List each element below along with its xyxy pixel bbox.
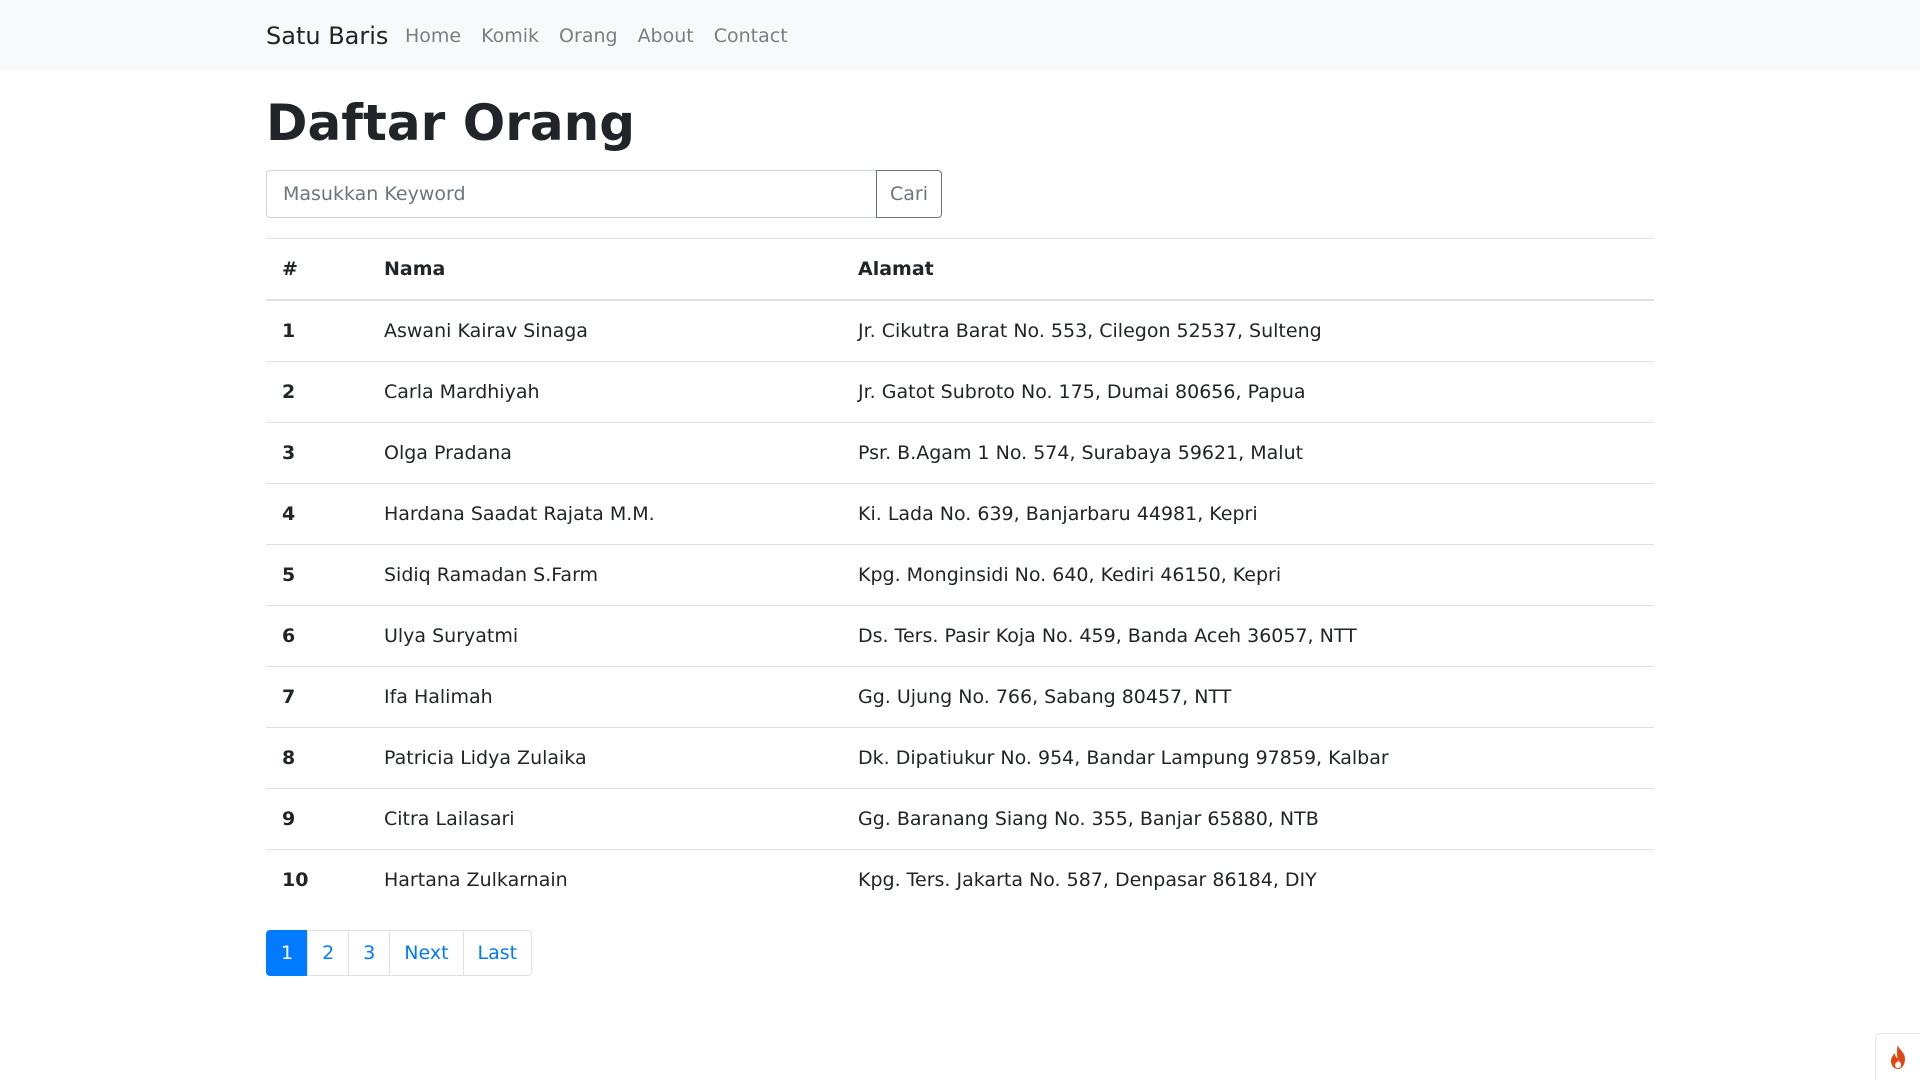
table-row: 8 Patricia Lidya Zulaika Dk. Dipatiukur … — [266, 727, 1654, 789]
row-nama: Aswani Kairav Sinaga — [368, 299, 842, 362]
row-alamat: Kpg. Ters. Jakarta No. 587, Denpasar 861… — [842, 849, 1654, 910]
table-body: 1 Aswani Kairav Sinaga Jr. Cikutra Barat… — [266, 299, 1654, 910]
flame-icon — [1891, 1045, 1905, 1069]
row-number: 10 — [266, 849, 368, 910]
row-nama: Ulya Suryatmi — [368, 605, 842, 667]
row-number: 7 — [266, 666, 368, 728]
table-row: 10 Hartana Zulkarnain Kpg. Ters. Jakarta… — [266, 849, 1654, 910]
debug-toolbar-button[interactable] — [1875, 1033, 1920, 1080]
row-number: 3 — [266, 422, 368, 484]
table-row: 1 Aswani Kairav Sinaga Jr. Cikutra Barat… — [266, 299, 1654, 362]
row-number: 8 — [266, 727, 368, 789]
row-alamat: Ds. Ters. Pasir Koja No. 459, Banda Aceh… — [842, 605, 1654, 667]
page-title: Daftar Orang — [266, 94, 635, 152]
people-table: # Nama Alamat 1 Aswani Kairav Sinaga Jr.… — [266, 238, 1654, 910]
row-nama: Hardana Saadat Rajata M.M. — [368, 483, 842, 545]
row-alamat: Jr. Cikutra Barat No. 553, Cilegon 52537… — [842, 299, 1654, 362]
nav-link-about[interactable]: About — [638, 23, 694, 49]
page-link-1[interactable]: 1 — [266, 930, 309, 976]
navbar-brand[interactable]: Satu Baris — [266, 20, 388, 52]
row-nama: Citra Lailasari — [368, 788, 842, 850]
row-nama: Patricia Lidya Zulaika — [368, 727, 842, 789]
navbar: Satu Baris Home Komik Orang About Contac… — [0, 0, 1920, 70]
nav-link-komik[interactable]: Komik — [481, 23, 539, 49]
row-alamat: Gg. Ujung No. 766, Sabang 80457, NTT — [842, 666, 1654, 728]
table-row: 7 Ifa Halimah Gg. Ujung No. 766, Sabang … — [266, 666, 1654, 728]
pagination: 1 2 3 Next Last — [266, 930, 533, 976]
header-alamat: Alamat — [842, 238, 1654, 301]
row-nama: Sidiq Ramadan S.Farm — [368, 544, 842, 606]
search-group: Cari — [266, 170, 942, 218]
header-nama: Nama — [368, 238, 842, 301]
table-row: 6 Ulya Suryatmi Ds. Ters. Pasir Koja No.… — [266, 605, 1654, 667]
nav-links: Home Komik Orang About Contact — [405, 23, 808, 49]
row-number: 5 — [266, 544, 368, 606]
table-row: 4 Hardana Saadat Rajata M.M. Ki. Lada No… — [266, 483, 1654, 545]
row-nama: Hartana Zulkarnain — [368, 849, 842, 910]
row-number: 2 — [266, 361, 368, 423]
row-alamat: Jr. Gatot Subroto No. 175, Dumai 80656, … — [842, 361, 1654, 423]
search-input[interactable] — [266, 170, 876, 218]
nav-link-orang[interactable]: Orang — [559, 23, 618, 49]
search-button[interactable]: Cari — [876, 170, 942, 218]
page-link-3[interactable]: 3 — [348, 930, 391, 976]
row-alamat: Gg. Baranang Siang No. 355, Banjar 65880… — [842, 788, 1654, 850]
page-link-last[interactable]: Last — [462, 930, 533, 976]
row-alamat: Kpg. Monginsidi No. 640, Kediri 46150, K… — [842, 544, 1654, 606]
row-nama: Carla Mardhiyah — [368, 361, 842, 423]
table-row: 9 Citra Lailasari Gg. Baranang Siang No.… — [266, 788, 1654, 850]
row-alamat: Psr. B.Agam 1 No. 574, Surabaya 59621, M… — [842, 422, 1654, 484]
table-row: 3 Olga Pradana Psr. B.Agam 1 No. 574, Su… — [266, 422, 1654, 484]
row-number: 1 — [266, 299, 368, 362]
page-link-next[interactable]: Next — [389, 930, 464, 976]
header-number: # — [266, 238, 368, 301]
row-alamat: Ki. Lada No. 639, Banjarbaru 44981, Kepr… — [842, 483, 1654, 545]
page-link-2[interactable]: 2 — [307, 930, 350, 976]
row-number: 6 — [266, 605, 368, 667]
nav-link-contact[interactable]: Contact — [714, 23, 788, 49]
row-nama: Olga Pradana — [368, 422, 842, 484]
row-alamat: Dk. Dipatiukur No. 954, Bandar Lampung 9… — [842, 727, 1654, 789]
table-header-row: # Nama Alamat — [266, 238, 1654, 301]
table-row: 5 Sidiq Ramadan S.Farm Kpg. Monginsidi N… — [266, 544, 1654, 606]
row-number: 9 — [266, 788, 368, 850]
table-header: # Nama Alamat — [266, 238, 1654, 301]
table-row: 2 Carla Mardhiyah Jr. Gatot Subroto No. … — [266, 361, 1654, 423]
nav-link-home[interactable]: Home — [405, 23, 461, 49]
row-number: 4 — [266, 483, 368, 545]
row-nama: Ifa Halimah — [368, 666, 842, 728]
